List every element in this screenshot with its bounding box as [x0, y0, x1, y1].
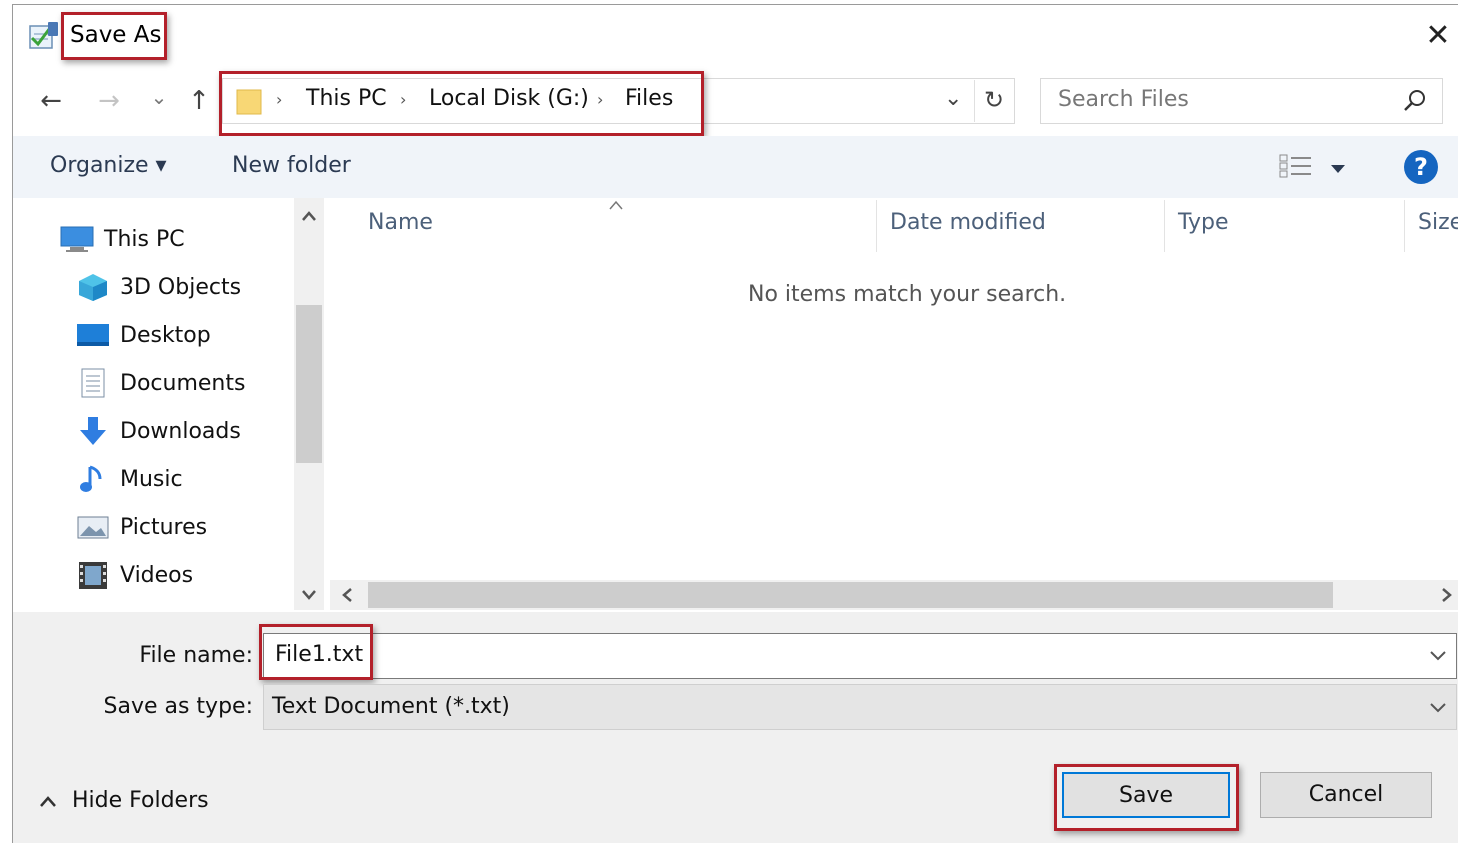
sidebar-item-label: Desktop — [120, 322, 211, 348]
breadcrumb-local-disk[interactable]: Local Disk (G:) — [429, 86, 589, 111]
this-pc-icon — [60, 224, 94, 254]
file-name-input[interactable]: File1.txt — [275, 642, 363, 667]
refresh-icon[interactable]: ↻ — [984, 86, 1004, 114]
sidebar-item-label: This PC — [104, 226, 185, 252]
sidebar-item-label: Documents — [120, 370, 246, 396]
breadcrumb-separator: › — [597, 90, 604, 109]
sidebar-item-desktop[interactable]: Desktop — [76, 313, 211, 357]
sidebar-item-this-pc[interactable]: This PC — [60, 217, 185, 261]
notepad-app-icon — [28, 20, 62, 52]
column-divider[interactable] — [1404, 200, 1405, 252]
column-header-size[interactable]: Size — [1418, 210, 1458, 235]
search-input[interactable]: Search Files — [1058, 87, 1189, 112]
videos-icon — [76, 560, 110, 590]
empty-list-message: No items match your search. — [748, 282, 1067, 307]
breadcrumb-this-pc[interactable]: This PC — [306, 86, 387, 111]
organize-button[interactable]: Organize ▾ — [50, 153, 167, 178]
save-as-type-label: Save as type: — [103, 694, 254, 719]
address-dropdown-icon[interactable]: ⌄ — [944, 86, 962, 111]
save-as-type-dropdown-icon[interactable] — [1428, 700, 1448, 714]
folder-icon — [236, 86, 262, 116]
view-dropdown-icon[interactable] — [1330, 160, 1346, 173]
column-header-date-modified[interactable]: Date modified — [890, 210, 1046, 235]
scroll-right-icon[interactable] — [1440, 586, 1454, 604]
sidebar-item-music[interactable]: Music — [76, 457, 183, 501]
collapse-chevron-icon[interactable] — [38, 794, 58, 810]
sidebar-item-pictures[interactable]: Pictures — [76, 505, 207, 549]
file-name-field[interactable] — [263, 633, 1457, 679]
sidebar-item-videos[interactable]: Videos — [76, 553, 193, 597]
save-as-type-value: Text Document (*.txt) — [272, 694, 510, 719]
column-divider[interactable] — [876, 200, 877, 252]
downloads-icon — [76, 416, 110, 446]
scroll-left-icon[interactable] — [340, 586, 354, 604]
horizontal-scroll-thumb[interactable] — [368, 582, 1333, 608]
pictures-icon — [76, 512, 110, 542]
sidebar-item-3d-objects[interactable]: 3D Objects — [76, 265, 241, 309]
file-name-dropdown-icon[interactable] — [1428, 648, 1448, 662]
sidebar-item-label: Downloads — [120, 418, 241, 444]
scroll-down-icon[interactable] — [300, 587, 318, 601]
sidebar-item-downloads[interactable]: Downloads — [76, 409, 241, 453]
view-options-icon[interactable] — [1278, 152, 1314, 180]
new-folder-button[interactable]: New folder — [232, 153, 351, 178]
music-icon — [76, 464, 110, 494]
command-toolbar — [13, 136, 1458, 198]
column-header-name[interactable]: Name — [368, 210, 433, 235]
desktop-icon — [76, 320, 110, 350]
hide-folders-button[interactable]: Hide Folders — [72, 788, 209, 813]
breadcrumb-files[interactable]: Files — [625, 86, 673, 111]
navigation-pane-scroll-thumb[interactable] — [296, 305, 322, 463]
3d-objects-icon — [76, 272, 110, 302]
file-name-label: File name: — [139, 643, 253, 668]
sort-ascending-icon — [607, 196, 625, 210]
breadcrumb-separator: › — [400, 90, 407, 109]
window-title: Save As — [70, 22, 162, 48]
address-divider — [974, 80, 975, 122]
close-icon[interactable]: ✕ — [1420, 18, 1456, 54]
back-arrow-icon[interactable]: ← — [34, 84, 68, 118]
sidebar-item-label: Pictures — [120, 514, 208, 540]
column-divider[interactable] — [1164, 200, 1165, 252]
breadcrumb-separator: › — [276, 90, 283, 109]
forward-arrow-icon[interactable]: → — [92, 84, 126, 118]
column-header-type[interactable]: Type — [1178, 210, 1229, 235]
documents-icon — [76, 368, 110, 398]
scroll-up-icon[interactable] — [300, 208, 318, 222]
sidebar-item-documents[interactable]: Documents — [76, 361, 245, 405]
cancel-button[interactable]: Cancel — [1260, 772, 1432, 818]
sidebar-item-label: Videos — [120, 562, 194, 588]
recent-locations-icon[interactable]: ⌄ — [142, 80, 176, 114]
help-icon[interactable]: ? — [1404, 150, 1438, 184]
search-icon[interactable] — [1402, 88, 1428, 114]
sidebar-item-label: 3D Objects — [120, 274, 242, 300]
up-arrow-icon[interactable]: ↑ — [182, 84, 216, 118]
save-button[interactable]: Save — [1062, 772, 1230, 818]
sidebar-item-label: Music — [120, 466, 183, 492]
